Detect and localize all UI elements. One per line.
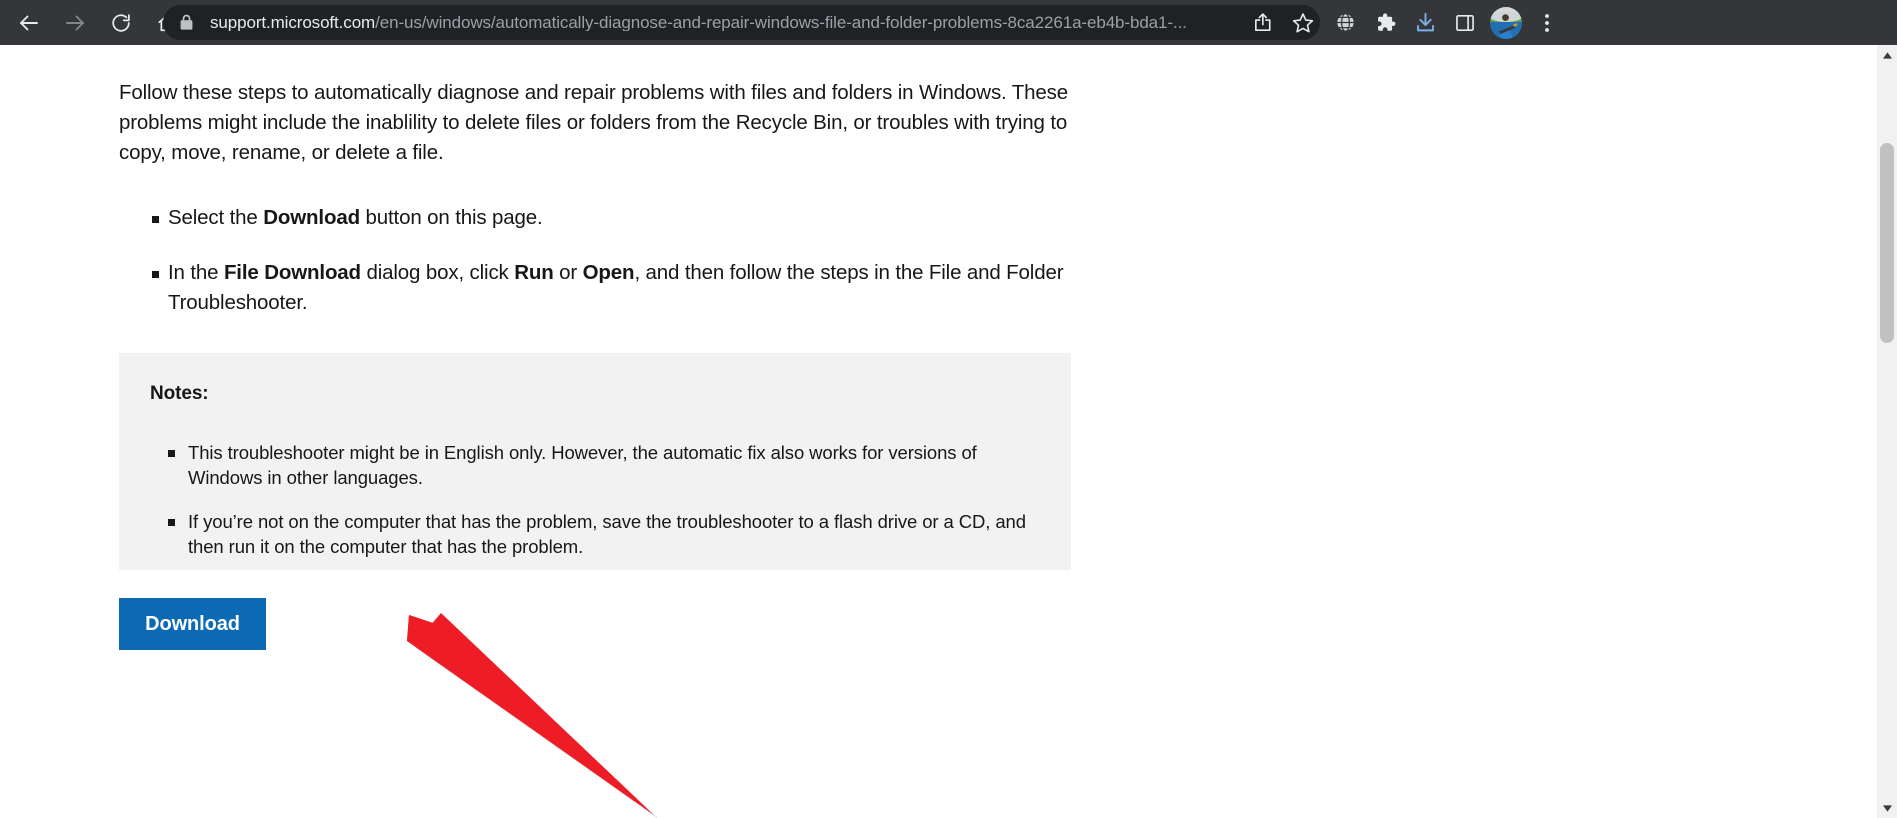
step-strong-run: Run — [514, 261, 554, 284]
url-text: support.microsoft.com/en-us/windows/auto… — [210, 14, 1187, 31]
puzzle-extensions-icon[interactable] — [1365, 3, 1405, 43]
lock-icon — [180, 14, 193, 30]
browser-toolbar: support.microsoft.com/en-us/windows/auto… — [0, 0, 1897, 45]
notes-panel: Notes: This troubleshooter might be in E… — [119, 353, 1071, 570]
three-dot-menu-icon[interactable] — [1527, 3, 1567, 43]
omnibox-actions — [1243, 2, 1323, 43]
address-bar[interactable]: support.microsoft.com/en-us/windows/auto… — [163, 5, 1320, 40]
list-item: Select the Download button on this page. — [119, 203, 1071, 233]
reload-button[interactable] — [102, 4, 140, 42]
step-strong: Download — [263, 206, 360, 229]
list-item: This troubleshooter might be in English … — [150, 440, 1030, 490]
step-text-after: button on this page. — [359, 206, 543, 229]
download-button[interactable]: Download — [119, 598, 266, 650]
forward-button[interactable] — [56, 4, 94, 42]
avatar[interactable] — [1490, 6, 1522, 39]
url-path: /en-us/windows/automatically-diagnose-an… — [375, 14, 1187, 31]
scroll-down-arrow[interactable] — [1877, 798, 1897, 818]
step-text-before: Select the — [168, 206, 264, 229]
step-text-mid: dialog box, click — [360, 261, 515, 284]
notes-title: Notes: — [150, 383, 209, 404]
bookmark-star-icon[interactable] — [1283, 3, 1323, 43]
article-content: Follow these steps to automatically diag… — [119, 45, 1071, 818]
step-text-before: In the — [168, 261, 224, 284]
list-item: In the File Download dialog box, click R… — [119, 258, 1071, 318]
list-item: If you’re not on the computer that has t… — [150, 509, 1030, 559]
step-text-mid2: or — [553, 261, 583, 284]
intro-paragraph: Follow these steps to automatically diag… — [119, 81, 1069, 164]
scroll-thumb[interactable] — [1880, 143, 1894, 343]
share-icon[interactable] — [1243, 3, 1283, 43]
url-host: support.microsoft.com — [210, 14, 376, 31]
notes-list: This troubleshooter might be in English … — [150, 421, 1030, 559]
scroll-up-arrow[interactable] — [1877, 45, 1897, 65]
red-annotation-arrow — [407, 613, 658, 818]
side-panel-icon[interactable] — [1445, 3, 1485, 43]
back-button[interactable] — [10, 4, 48, 42]
step-strong: File Download — [223, 261, 361, 284]
globe-icon[interactable] — [1325, 3, 1365, 43]
page-viewport: Follow these steps to automatically diag… — [0, 45, 1877, 818]
page-scrollbar[interactable] — [1877, 45, 1897, 818]
download-icon[interactable] — [1405, 3, 1445, 43]
step-strong-open: Open — [582, 261, 635, 284]
avatar-icon — [1490, 6, 1522, 39]
browser-actions — [1325, 0, 1573, 45]
steps-list: Select the Download button on this page.… — [119, 203, 1071, 318]
